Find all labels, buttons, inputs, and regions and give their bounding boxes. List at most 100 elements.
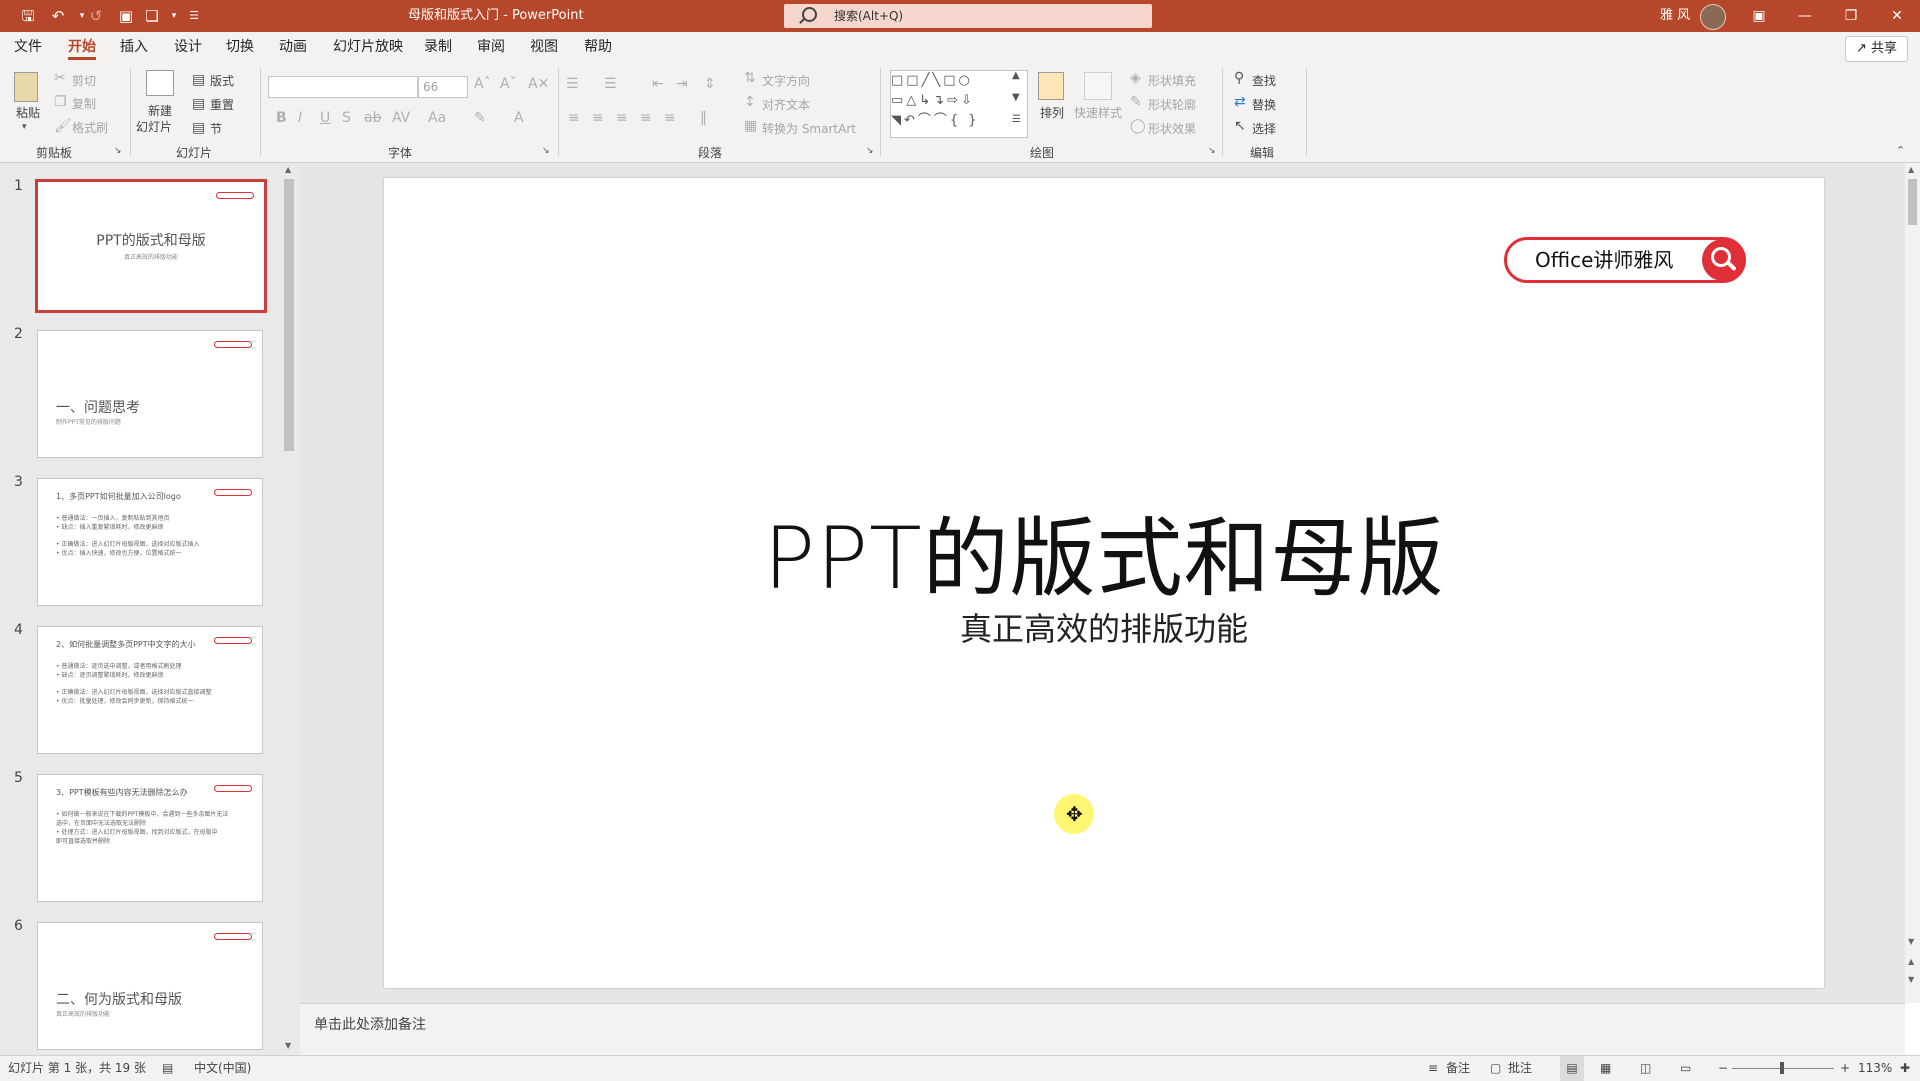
customize-toolbar-icon[interactable]: ☰ — [184, 6, 204, 26]
normal-view-icon[interactable]: ▤ — [1560, 1056, 1584, 1081]
share-button[interactable]: ↗ 共享 — [1844, 36, 1908, 62]
previous-slide-icon[interactable]: ▲ — [1908, 957, 1914, 966]
zoom-out-icon[interactable]: − — [1718, 1056, 1728, 1081]
undo-icon[interactable]: ↶ — [48, 6, 68, 26]
replace-button[interactable]: 替换 — [1252, 96, 1276, 113]
columns-icon[interactable]: ‖ — [700, 110, 707, 126]
slide-scroll-thumb[interactable] — [1908, 179, 1917, 225]
shapes-scroll-down-icon[interactable]: ▼ — [1012, 92, 1020, 103]
redo-icon[interactable]: ↺ — [86, 6, 106, 26]
comments-icon[interactable]: ▢ — [1490, 1056, 1501, 1081]
increase-font-icon[interactable]: Aˆ — [474, 76, 491, 92]
zoom-level[interactable]: 113% — [1858, 1056, 1892, 1081]
section-button[interactable]: 节 — [210, 120, 222, 137]
highlight-icon[interactable]: ✎ — [474, 110, 486, 126]
slide-thumbnail-2[interactable]: 一、问题思考 制作PPT常见的排版问题 — [37, 330, 263, 458]
paste-dropdown-icon[interactable]: ▾ — [22, 122, 27, 132]
slide-subtitle[interactable]: 真正高效的排版功能 — [384, 604, 1824, 650]
user-name[interactable]: 雅 风 — [1660, 0, 1690, 32]
tab-animations[interactable]: 动画 — [279, 32, 307, 62]
scroll-down-icon[interactable]: ▼ — [1908, 937, 1914, 946]
cut-button[interactable]: 剪切 — [72, 72, 96, 89]
new-slide-label-2[interactable]: 幻灯片 — [136, 118, 172, 135]
slide-canvas[interactable]: Office讲师雅风 PPT的版式和母版 真正高效的排版功能 ✥ — [384, 178, 1824, 988]
shapes-gallery[interactable]: □□╱╲□○ ▭△↳↴⇨⇩ ◥↶⌒⌒{ } — [890, 70, 1028, 138]
line-spacing-icon[interactable]: ⇕ — [704, 76, 716, 92]
shape-fill-button[interactable]: 形状填充 — [1148, 72, 1196, 89]
scroll-down-icon[interactable]: ▼ — [285, 1041, 291, 1050]
bold-icon[interactable]: B — [276, 110, 287, 126]
scroll-up-icon[interactable]: ▲ — [285, 165, 291, 174]
distribute-icon[interactable]: ≡ — [664, 110, 676, 126]
decrease-font-icon[interactable]: Aˇ — [500, 76, 517, 92]
clipboard-launcher-icon[interactable]: ↘ — [114, 146, 122, 156]
arrange-button[interactable]: 排列 — [1040, 104, 1064, 121]
ribbon-display-icon[interactable]: ▣ — [1736, 0, 1782, 32]
thumbnail-scrollbar[interactable]: ▲ ▼ — [282, 163, 296, 1055]
notes-pane[interactable]: 单击此处添加备注 — [300, 1003, 1905, 1056]
collapse-ribbon-icon[interactable]: ⌃ — [1896, 144, 1905, 157]
zoom-slider-thumb[interactable] — [1780, 1062, 1784, 1074]
notes-icon[interactable]: ≡ — [1428, 1056, 1438, 1081]
font-name-select[interactable] — [268, 76, 418, 98]
align-left-icon[interactable]: ≡ — [568, 110, 580, 126]
find-button[interactable]: 查找 — [1252, 72, 1276, 89]
select-button[interactable]: 选择 — [1252, 120, 1276, 137]
align-center-icon[interactable]: ≡ — [592, 110, 604, 126]
font-size-select[interactable]: 66 — [418, 76, 468, 98]
smartart-button[interactable]: 转换为 SmartArt — [762, 120, 856, 137]
slide-thumbnail-1[interactable]: PPT的版式和母版 真正高效的排版功能 — [35, 179, 267, 313]
strikethrough-icon[interactable]: ab — [364, 110, 381, 126]
notes-button[interactable]: 备注 — [1446, 1056, 1470, 1081]
zoom-slider[interactable] — [1732, 1062, 1834, 1074]
slide-thumbnail-6[interactable]: 二、何为版式和母版 真正高效的排版功能 — [37, 922, 263, 1050]
tab-transitions[interactable]: 切换 — [226, 32, 254, 62]
tab-view[interactable]: 视图 — [530, 32, 558, 62]
align-text-button[interactable]: 对齐文本 — [762, 96, 810, 113]
slide-scrollbar[interactable]: ▲ ▼ ▲ ▼ — [1905, 163, 1920, 1003]
text-direction-button[interactable]: 文字方向 — [762, 72, 810, 89]
tab-file[interactable]: 文件 — [14, 32, 42, 62]
decrease-indent-icon[interactable]: ⇤ — [652, 76, 664, 92]
reset-button[interactable]: 重置 — [210, 96, 234, 113]
slide-thumbnail-3[interactable]: 1、多页PPT如何批量加入公司logo • 普通做法：一页插入，复制粘贴到其他页… — [37, 478, 263, 606]
char-spacing-icon[interactable]: AV — [392, 110, 410, 126]
bullets-icon[interactable]: ☰ — [566, 76, 579, 92]
italic-icon[interactable]: I — [298, 110, 302, 126]
language-indicator[interactable]: 中文(中国) — [194, 1056, 251, 1081]
tab-slideshow[interactable]: 幻灯片放映 — [333, 32, 403, 62]
shape-effects-button[interactable]: 形状效果 — [1148, 120, 1196, 137]
fit-to-window-icon[interactable]: ✚ — [1900, 1056, 1910, 1081]
paste-icon[interactable] — [14, 72, 38, 102]
tab-insert[interactable]: 插入 — [120, 32, 148, 62]
tab-home[interactable]: 开始 — [68, 32, 96, 62]
slide-thumbnail-5[interactable]: 3、PPT模板有些内容无法删除怎么办 • 如何做一般来说在下载的PPT模板中，会… — [37, 774, 263, 902]
save-icon[interactable]: 🖫 — [18, 6, 38, 26]
numbering-icon[interactable]: ☰ — [604, 76, 617, 92]
shadow-icon[interactable]: S — [342, 110, 351, 126]
justify-icon[interactable]: ≡ — [640, 110, 652, 126]
tab-design[interactable]: 设计 — [174, 32, 202, 62]
shapes-more-icon[interactable]: ☰ — [1012, 114, 1021, 125]
notes-placeholder[interactable]: 单击此处添加备注 — [314, 1014, 426, 1034]
slide-thumbnail-4[interactable]: 2、如何批量调整多页PPT中文字的大小 • 普通做法：逐页选中调整，或者用格式刷… — [37, 626, 263, 754]
layout-button[interactable]: 版式 — [210, 72, 234, 89]
reading-view-icon[interactable]: ◫ — [1640, 1056, 1651, 1081]
paste-button[interactable]: 粘贴 — [16, 104, 40, 121]
next-slide-icon[interactable]: ▼ — [1908, 975, 1914, 984]
font-launcher-icon[interactable]: ↘ — [542, 146, 550, 156]
increase-indent-icon[interactable]: ⇥ — [676, 76, 688, 92]
copy-button[interactable]: 复制 — [72, 95, 96, 112]
arrange-icon[interactable] — [1038, 72, 1064, 100]
quick-styles-button[interactable]: 快速样式 — [1074, 104, 1122, 121]
touch-dropdown-icon[interactable]: ▾ — [164, 6, 184, 26]
restore-icon[interactable]: ❐ — [1828, 0, 1874, 32]
search-box[interactable]: 搜索(Alt+Q) — [784, 4, 1152, 28]
slide-title[interactable]: PPT的版式和母版 — [384, 488, 1824, 613]
font-color-icon[interactable]: A — [514, 110, 524, 126]
close-icon[interactable]: ✕ — [1874, 0, 1920, 32]
thumbnail-scroll-thumb[interactable] — [284, 179, 294, 451]
brand-badge[interactable]: Office讲师雅风 — [1504, 237, 1746, 283]
tab-help[interactable]: 帮助 — [584, 32, 612, 62]
underline-icon[interactable]: U — [320, 110, 330, 126]
